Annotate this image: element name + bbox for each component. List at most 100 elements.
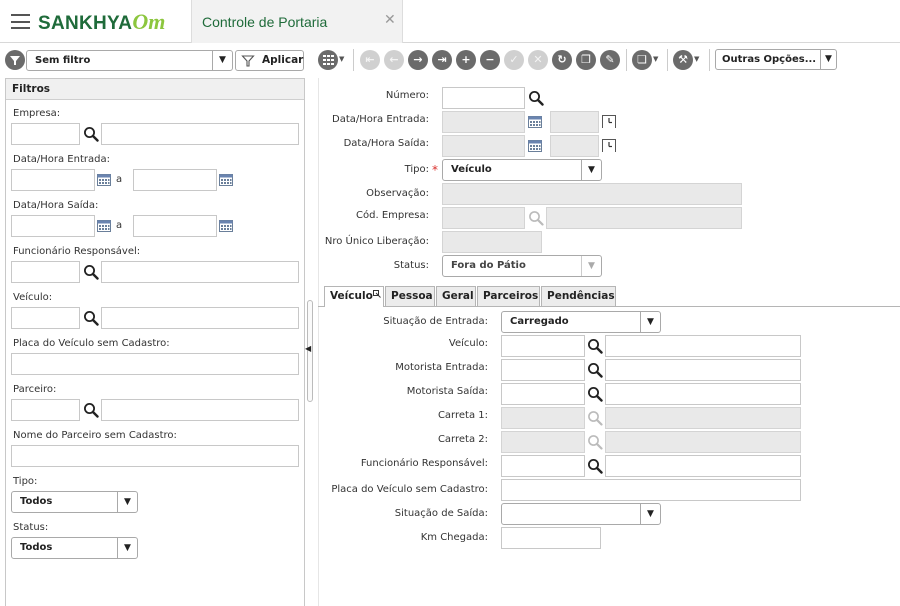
hora-saida-input[interactable] <box>550 135 599 157</box>
save-button[interactable]: ✓ <box>504 50 524 70</box>
data-entrada-label: Data/Hora Entrada: <box>332 114 429 125</box>
data-saida-input[interactable] <box>442 135 525 157</box>
filter-entrada-to-label: a <box>116 174 123 185</box>
filter-status-select[interactable]: Todos ▼ <box>11 537 138 559</box>
situacao-saida-select[interactable]: ▼ <box>501 503 661 525</box>
filter-empresa-name[interactable] <box>101 123 299 145</box>
carreta2-name[interactable] <box>605 431 801 453</box>
tab-geral[interactable]: Geral <box>436 286 476 306</box>
hora-entrada-input[interactable] <box>550 111 599 133</box>
carreta1-code[interactable] <box>501 407 585 429</box>
remove-button[interactable]: − <box>480 50 500 70</box>
situacao-entrada-select[interactable]: Carregado ▼ <box>501 311 661 333</box>
more-options-button[interactable]: Outras Opções... ▼ <box>715 49 837 70</box>
empresa-name-input[interactable] <box>546 207 742 229</box>
nro-liberacao-input[interactable] <box>442 231 542 253</box>
veiculo-code[interactable] <box>501 335 585 357</box>
filter-parceiro-code[interactable] <box>11 399 80 421</box>
motorista-saida-code[interactable] <box>501 383 585 405</box>
previous-record-button[interactable]: ← <box>384 50 404 70</box>
placa-input[interactable] <box>501 479 801 501</box>
calendar-icon[interactable] <box>97 219 111 232</box>
situacao-saida-label: Situação de Saída: <box>394 508 488 519</box>
panel-splitter[interactable]: ◀ <box>305 300 316 402</box>
tab-pendencias[interactable]: Pendências <box>541 286 616 306</box>
filter-icon-button[interactable] <box>5 50 25 70</box>
filter-nome-parceiro-input[interactable] <box>11 445 299 467</box>
search-icon[interactable] <box>587 362 603 378</box>
motorista-saida-name[interactable] <box>605 383 801 405</box>
carreta1-name[interactable] <box>605 407 801 429</box>
search-icon[interactable] <box>587 410 603 426</box>
filter-empresa-code[interactable] <box>11 123 80 145</box>
motorista-entrada-name[interactable] <box>605 359 801 381</box>
menu-icon[interactable] <box>11 14 30 29</box>
nro-liberacao-label: Nro Único Liberação: <box>324 236 429 247</box>
search-icon[interactable] <box>587 386 603 402</box>
status-label: Status: <box>393 260 429 271</box>
filter-funcionario-name[interactable] <box>101 261 299 283</box>
first-record-button[interactable]: ⇤ <box>360 50 380 70</box>
search-icon[interactable] <box>587 338 603 354</box>
close-icon[interactable]: ✕ <box>384 12 396 28</box>
filter-placa-input[interactable] <box>11 353 299 375</box>
tab-parceiros[interactable]: Parceiros <box>477 286 540 306</box>
clock-icon[interactable] <box>602 115 616 128</box>
refresh-button[interactable]: ↻ <box>552 50 572 70</box>
filter-parceiro-name[interactable] <box>101 399 299 421</box>
copy-menu-button[interactable]: ❏ ▼ <box>632 50 662 70</box>
observacao-input[interactable] <box>442 183 742 205</box>
collapse-left-icon[interactable]: ◀ <box>305 344 311 353</box>
filter-saida-to[interactable] <box>133 215 217 237</box>
cod-empresa-label: Cód. Empresa: <box>356 210 429 221</box>
cancel-button[interactable]: ✕ <box>528 50 548 70</box>
status-select[interactable]: Fora do Pátio ▼ <box>442 255 602 277</box>
search-icon[interactable] <box>528 210 544 226</box>
numero-input[interactable] <box>442 87 525 109</box>
calendar-icon[interactable] <box>219 219 233 232</box>
duplicate-button[interactable]: ❐ <box>576 50 596 70</box>
data-entrada-input[interactable] <box>442 111 525 133</box>
filter-entrada-from[interactable] <box>11 169 95 191</box>
module-tab[interactable]: Controle de Portaria ✕ <box>191 0 403 43</box>
filter-funcionario-code[interactable] <box>11 261 80 283</box>
search-icon[interactable] <box>83 402 99 418</box>
filter-veiculo-name[interactable] <box>101 307 299 329</box>
search-icon[interactable] <box>587 434 603 450</box>
calendar-icon[interactable] <box>528 115 542 128</box>
motorista-entrada-code[interactable] <box>501 359 585 381</box>
search-icon[interactable] <box>83 264 99 280</box>
calendar-icon[interactable] <box>219 173 233 186</box>
filter-veiculo-code[interactable] <box>11 307 80 329</box>
tools-menu-button[interactable]: ⚒ ▼ <box>673 50 703 70</box>
filter-saida-from[interactable] <box>11 215 95 237</box>
popout-icon[interactable] <box>373 290 381 298</box>
search-icon[interactable] <box>528 90 544 106</box>
funcionario-name[interactable] <box>605 455 801 477</box>
add-button[interactable]: + <box>456 50 476 70</box>
calendar-icon[interactable] <box>528 139 542 152</box>
next-record-button[interactable]: → <box>408 50 428 70</box>
attach-button[interactable]: ✎ <box>600 50 620 70</box>
filter-select[interactable]: Sem filtro ▼ <box>26 50 233 71</box>
tab-pessoa[interactable]: Pessoa <box>385 286 435 306</box>
tab-veiculo[interactable]: Veículo <box>324 286 384 307</box>
tipo-select[interactable]: Veículo ▼ <box>442 159 602 181</box>
apply-button[interactable]: Aplicar <box>235 50 304 71</box>
search-icon[interactable] <box>83 310 99 326</box>
search-icon[interactable] <box>83 126 99 142</box>
veiculo-name[interactable] <box>605 335 801 357</box>
filter-placa-label: Placa do Veículo sem Cadastro: <box>13 338 170 349</box>
filter-tipo-select[interactable]: Todos ▼ <box>11 491 138 513</box>
search-icon[interactable] <box>587 458 603 474</box>
clock-icon[interactable] <box>602 139 616 152</box>
cod-empresa-input[interactable] <box>442 207 525 229</box>
km-chegada-input[interactable] <box>501 527 601 549</box>
carreta2-code[interactable] <box>501 431 585 453</box>
filter-tipo-label: Tipo: <box>13 476 38 487</box>
grid-view-button[interactable]: ▼ <box>318 50 348 70</box>
filter-entrada-to[interactable] <box>133 169 217 191</box>
last-record-button[interactable]: ⇥ <box>432 50 452 70</box>
funcionario-code[interactable] <box>501 455 585 477</box>
calendar-icon[interactable] <box>97 173 111 186</box>
